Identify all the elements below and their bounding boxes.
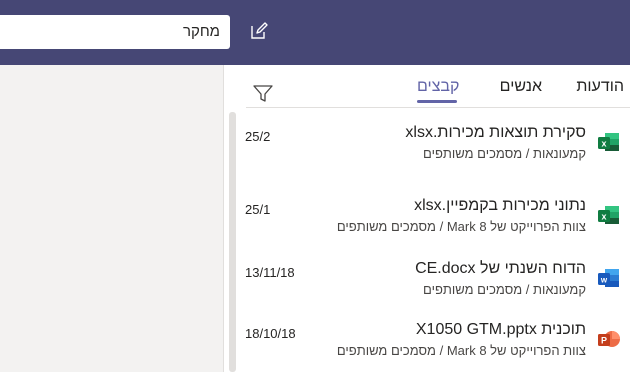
file-row[interactable]: 18/10/18 תוכנית X1050 GTM.pptx צוות הפרו… xyxy=(240,314,630,370)
file-path: צוות הפרוייקט של Mark 8 / מסמכים משותפים xyxy=(336,343,586,358)
tab-people[interactable]: אנשים xyxy=(500,78,542,96)
tab-messages[interactable]: הודעות xyxy=(576,78,624,96)
filter-icon[interactable] xyxy=(252,82,274,104)
file-path: קמעונאות / מסמכים משותפים xyxy=(423,146,586,161)
search-value: מחקר xyxy=(182,23,220,40)
file-name: נתוני מכירות בקמפיין.xlsx xyxy=(414,197,586,214)
powerpoint-file-icon: P xyxy=(598,331,620,347)
top-bar: מחקר xyxy=(0,0,630,65)
file-name: סקירת תוצאות מכירות.xlsx xyxy=(405,124,586,141)
file-path: קמעונאות / מסמכים משותפים xyxy=(423,282,586,297)
excel-file-icon: x xyxy=(598,133,619,151)
file-date: 18/10/18 xyxy=(245,326,296,341)
tabs-divider xyxy=(246,107,630,108)
file-date: 25/1 xyxy=(245,202,271,217)
svg-text:P: P xyxy=(601,336,607,346)
file-row[interactable]: 13/11/18 הדוח השנתי של CE.docx קמעונאות … xyxy=(240,253,630,309)
file-date: 13/11/18 xyxy=(245,265,295,280)
word-file-icon: w xyxy=(598,269,619,287)
compose-icon[interactable] xyxy=(248,20,270,42)
scrollbar[interactable] xyxy=(229,112,236,372)
svg-text:x: x xyxy=(601,212,606,222)
left-pane xyxy=(0,65,224,372)
file-name: הדוח השנתי של CE.docx xyxy=(415,260,586,277)
file-row[interactable]: 25/1 נתוני מכירות בקמפיין.xlsx צוות הפרו… xyxy=(240,190,630,246)
file-date: 25/2 xyxy=(245,129,271,144)
excel-file-icon: x xyxy=(598,206,619,224)
svg-text:x: x xyxy=(601,139,606,149)
search-input[interactable]: מחקר xyxy=(0,15,230,49)
svg-text:w: w xyxy=(600,276,608,285)
tab-files[interactable]: קבצים xyxy=(417,78,459,96)
active-tab-indicator xyxy=(417,100,457,103)
file-name: תוכנית X1050 GTM.pptx xyxy=(415,321,586,338)
file-path: צוות הפרוייקט של Mark 8 / מסמכים משותפים xyxy=(336,219,586,234)
file-row[interactable]: 25/2 סקירת תוצאות מכירות.xlsx קמעונאות /… xyxy=(240,117,630,173)
